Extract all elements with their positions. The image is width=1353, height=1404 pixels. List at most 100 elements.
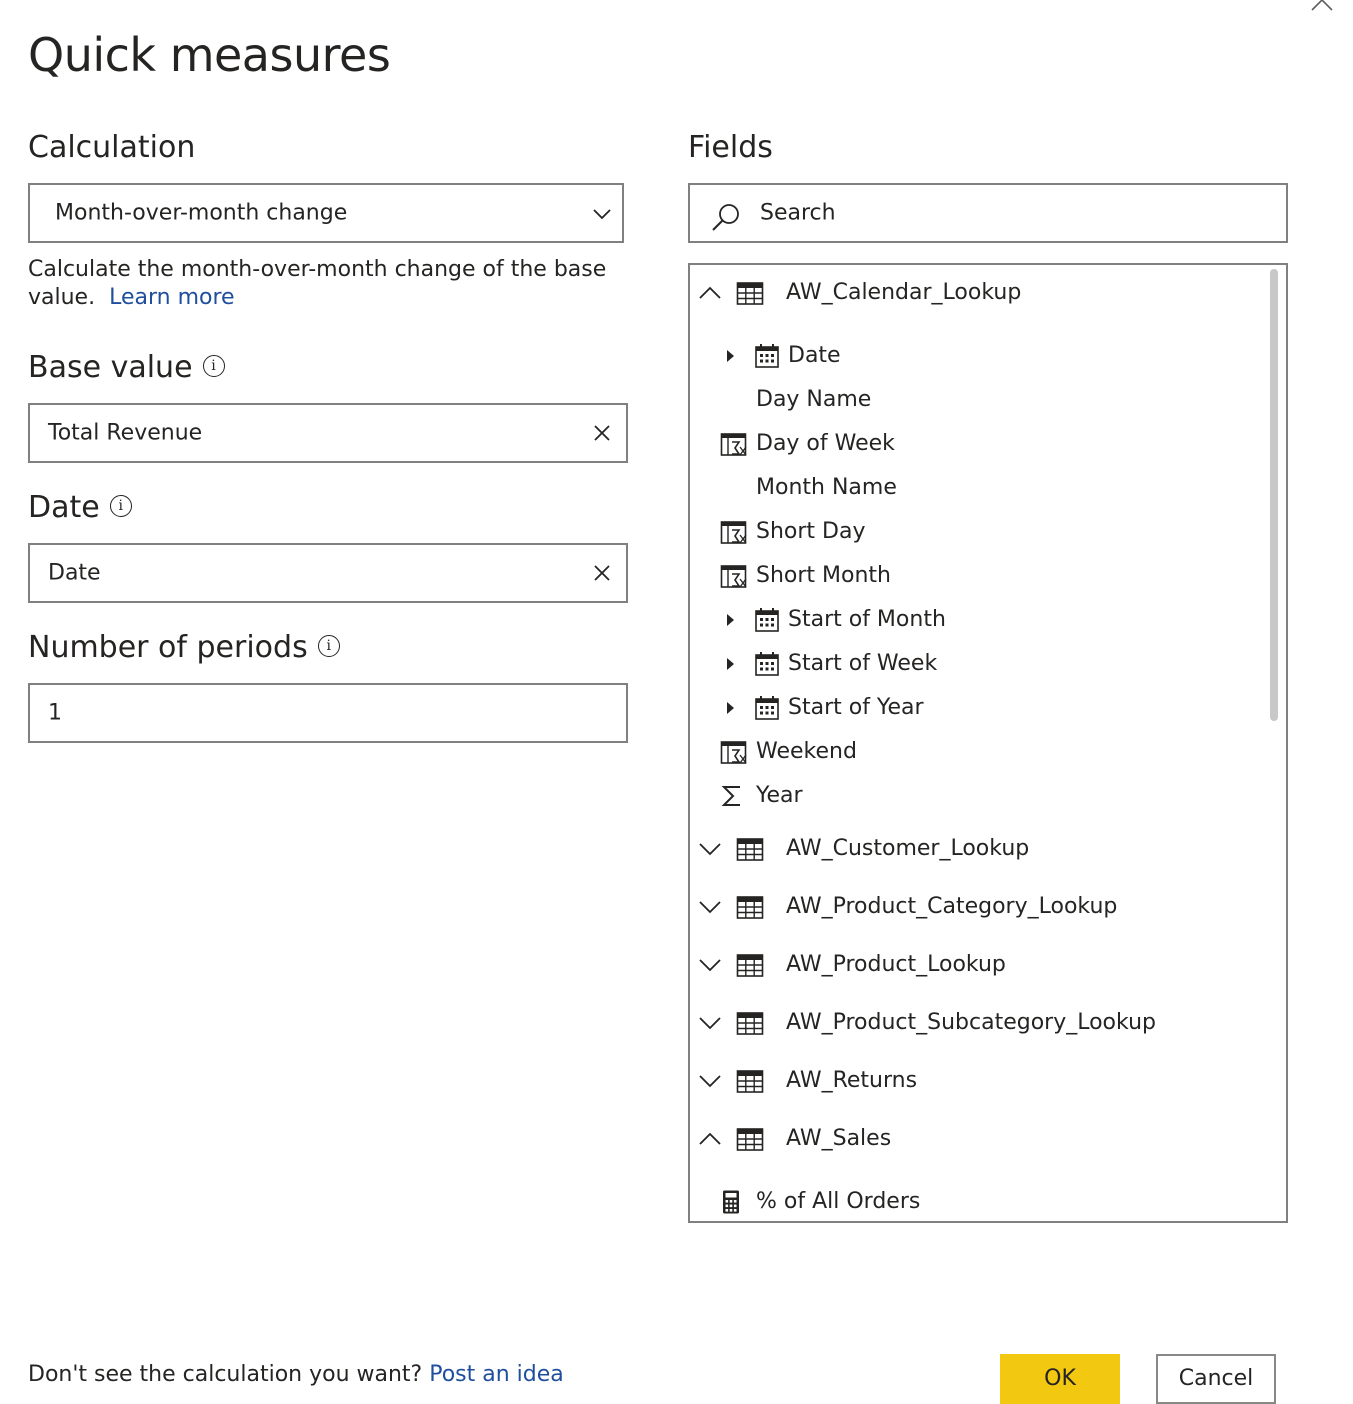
field-item[interactable]: Start of Year (690, 688, 1270, 728)
base-value-label-text: Base value (28, 350, 193, 385)
chevron-up-icon (699, 1132, 721, 1145)
chevron-down-icon (699, 959, 721, 972)
expand-caret-icon (727, 350, 734, 362)
date-label: Date i (28, 490, 132, 525)
field-item[interactable]: Date (690, 336, 1270, 376)
expand-caret-icon (727, 658, 734, 670)
date-text: Date (48, 560, 101, 586)
clear-date-icon[interactable] (592, 563, 612, 583)
field-name: Date (788, 343, 841, 368)
field-name: Start of Month (788, 607, 946, 632)
periods-label-text: Number of periods (28, 630, 308, 665)
field-name: Start of Week (788, 651, 938, 676)
fields-search-input[interactable]: Search (688, 183, 1288, 243)
footer-prompt: Don't see the calculation you want? Post… (28, 1362, 564, 1387)
periods-input[interactable]: 1 (28, 683, 628, 743)
calendar-icon (755, 344, 779, 368)
date-field[interactable]: Date (28, 543, 628, 603)
field-name: Month Name (756, 475, 897, 500)
table-row-aw-customer-lookup[interactable]: AW_Customer_Lookup (690, 824, 1270, 874)
table-name: AW_Calendar_Lookup (786, 280, 1022, 305)
calendar-icon (755, 696, 779, 720)
table-row-aw-calendar-lookup[interactable]: AW_Calendar_Lookup (690, 268, 1270, 318)
calculated-column-icon (720, 521, 747, 544)
table-icon (736, 838, 764, 861)
info-icon[interactable]: i (202, 354, 225, 377)
field-item[interactable]: Start of Month (690, 600, 1270, 640)
field-name: Short Day (756, 519, 866, 544)
table-row-aw-product-lookup[interactable]: AW_Product_Lookup (690, 940, 1270, 990)
cancel-button[interactable]: Cancel (1156, 1354, 1276, 1404)
field-item[interactable]: Month Name (690, 468, 1270, 508)
base-value-text: Total Revenue (48, 420, 203, 446)
chevron-down-icon (699, 901, 721, 914)
table-name: AW_Sales (786, 1126, 892, 1151)
ok-button[interactable]: OK (1000, 1354, 1120, 1404)
dialog-title: Quick measures (28, 28, 391, 82)
field-item[interactable]: Day of Week (690, 424, 1270, 464)
chevron-down-icon (699, 1017, 721, 1030)
field-item[interactable]: Year (690, 776, 1270, 816)
table-row-aw-sales[interactable]: AW_Sales (690, 1114, 1270, 1164)
clear-base-value-icon[interactable] (592, 423, 612, 443)
table-name: AW_Returns (786, 1068, 918, 1093)
expand-caret-icon (727, 614, 734, 626)
calculation-selected: Month-over-month change (55, 200, 348, 226)
calculated-column-icon (720, 433, 747, 456)
calculation-dropdown[interactable]: Month-over-month change (28, 183, 624, 243)
calculated-column-icon (720, 565, 747, 588)
field-item[interactable]: Short Month (690, 556, 1270, 596)
fields-label: Fields (688, 130, 773, 165)
calendar-icon (755, 608, 779, 632)
close-icon[interactable] (1308, 0, 1336, 14)
chevron-down-icon (699, 1075, 721, 1088)
calculator-icon (723, 1190, 739, 1214)
chevron-down-icon (699, 843, 721, 856)
learn-more-link[interactable]: Learn more (109, 285, 234, 310)
chevron-down-icon (593, 209, 611, 220)
field-item[interactable]: % of All Orders (690, 1182, 1270, 1221)
table-name: AW_Customer_Lookup (786, 836, 1030, 861)
table-icon (736, 282, 764, 305)
field-item[interactable]: Weekend (690, 732, 1270, 772)
fields-tree[interactable]: AW_Calendar_Lookup Date Day Name Day of W… (688, 263, 1288, 1223)
field-item[interactable]: Day Name (690, 380, 1270, 420)
table-name: AW_Product_Subcategory_Lookup (786, 1010, 1156, 1035)
calendar-icon (755, 652, 779, 676)
field-name: Start of Year (788, 695, 924, 720)
calculation-label: Calculation (28, 130, 196, 165)
table-row-aw-product-subcategory-lookup[interactable]: AW_Product_Subcategory_Lookup (690, 998, 1270, 1048)
calculation-description: Calculate the month-over-month change of… (28, 256, 628, 312)
table-row-aw-returns[interactable]: AW_Returns (690, 1056, 1270, 1106)
field-name: Short Month (756, 563, 891, 588)
table-icon (736, 954, 764, 977)
field-name: Year (756, 783, 803, 808)
table-icon (736, 896, 764, 919)
field-name: Weekend (756, 739, 857, 764)
field-name: Day of Week (756, 431, 895, 456)
expand-caret-icon (727, 702, 734, 714)
chevron-up-icon (699, 286, 721, 299)
info-icon[interactable]: i (109, 494, 132, 517)
scrollbar[interactable] (1270, 269, 1278, 721)
field-name: Day Name (756, 387, 872, 412)
sigma-icon (721, 786, 740, 806)
periods-value: 1 (48, 700, 62, 726)
table-row-aw-product-category-lookup[interactable]: AW_Product_Category_Lookup (690, 882, 1270, 932)
periods-label: Number of periods i (28, 630, 340, 665)
table-icon (736, 1070, 764, 1093)
field-name: % of All Orders (756, 1189, 921, 1214)
table-icon (736, 1012, 764, 1035)
footer-prompt-text: Don't see the calculation you want? (28, 1362, 423, 1387)
base-value-field[interactable]: Total Revenue (28, 403, 628, 463)
base-value-label: Base value i (28, 350, 225, 385)
search-icon (712, 204, 739, 231)
calculated-column-icon (720, 741, 747, 764)
field-item[interactable]: Short Day (690, 512, 1270, 552)
field-item[interactable]: Start of Week (690, 644, 1270, 684)
date-label-text: Date (28, 490, 100, 525)
table-name: AW_Product_Category_Lookup (786, 894, 1118, 919)
table-icon (736, 1128, 764, 1151)
info-icon[interactable]: i (317, 634, 340, 657)
post-idea-link[interactable]: Post an idea (429, 1362, 564, 1387)
